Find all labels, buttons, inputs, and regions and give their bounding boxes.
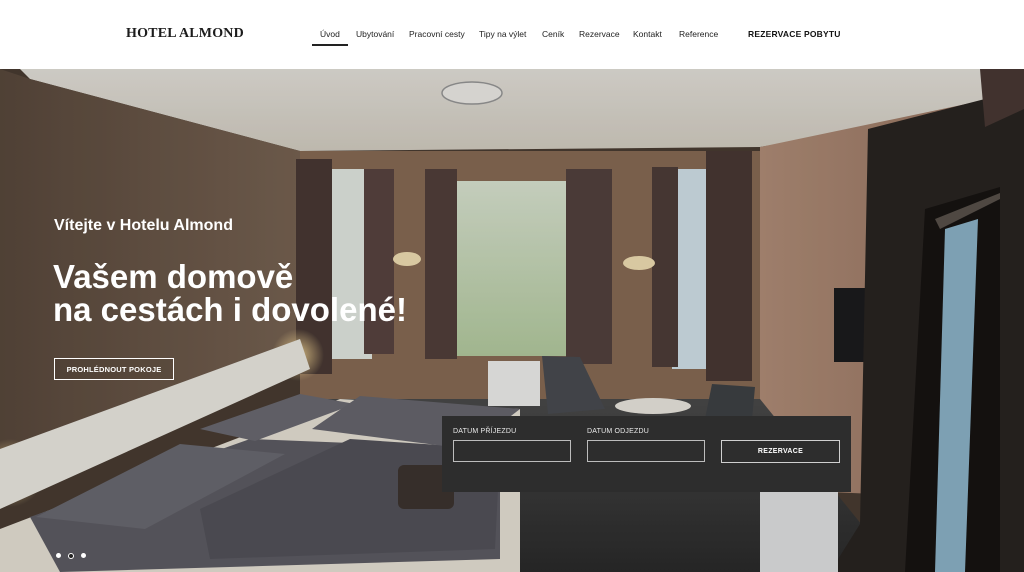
nav-item-kontakt[interactable]: Kontakt <box>633 29 662 39</box>
nav-item-pracovni-cesty[interactable]: Pracovní cesty <box>409 29 465 39</box>
nav-item-ubytovani[interactable]: Ubytování <box>356 29 394 39</box>
hotel-logo[interactable]: HOTEL ALMOND <box>126 26 244 42</box>
hero-subtitle: Vítejte v Hotelu Almond <box>54 217 233 234</box>
view-rooms-button[interactable]: PROHLÉDNOUT POKOJE <box>54 358 174 380</box>
nav-item-rezervace[interactable]: Rezervace <box>579 29 620 39</box>
slide-dot-1[interactable] <box>56 553 61 558</box>
arrival-date-label: DATUM PŘÍJEZDU <box>453 428 517 435</box>
active-nav-indicator <box>312 44 348 46</box>
departure-date-input[interactable] <box>587 440 705 462</box>
site-header: HOTEL ALMOND Úvod Ubytování Pracovní ces… <box>0 0 1024 69</box>
booking-widget: DATUM PŘÍJEZDU DATUM ODJEZDU REZERVACE <box>442 416 851 492</box>
hero-title: Vašem domově na cestách i dovolené! <box>53 260 407 326</box>
arrival-date-input[interactable] <box>453 440 571 462</box>
hero-title-line-2: na cestách i dovolené! <box>53 291 407 328</box>
reservation-submit-button[interactable]: REZERVACE <box>721 440 840 463</box>
nav-item-cenik[interactable]: Ceník <box>542 29 564 39</box>
book-stay-link[interactable]: REZERVACE POBYTU <box>748 29 841 39</box>
nav-item-tipy-na-vylet[interactable]: Tipy na výlet <box>479 29 526 39</box>
slide-dot-3[interactable] <box>81 553 86 558</box>
departure-date-label: DATUM ODJEZDU <box>587 428 649 435</box>
nav-item-reference[interactable]: Reference <box>679 29 718 39</box>
slide-dot-2[interactable] <box>68 552 74 559</box>
hero-title-line-1: Vašem domově <box>53 258 294 295</box>
hero-slider: Vítejte v Hotelu Almond Vašem domově na … <box>0 69 1024 572</box>
nav-item-uvod[interactable]: Úvod <box>320 29 340 39</box>
